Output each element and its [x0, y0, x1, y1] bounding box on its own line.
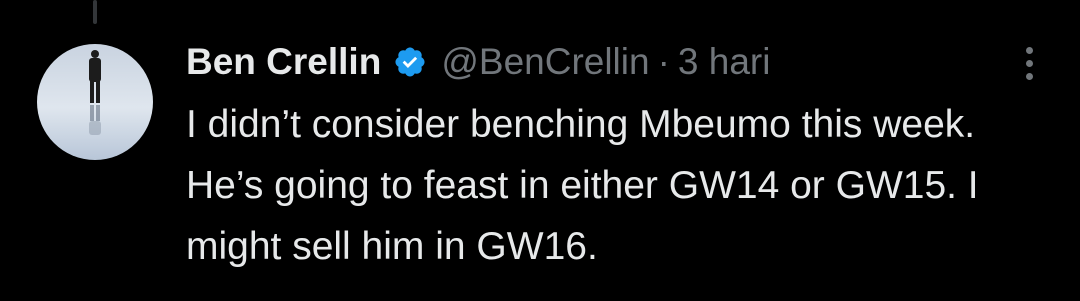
author-display-name[interactable]: Ben Crellin	[186, 36, 381, 88]
header-separator: ·	[657, 41, 670, 82]
more-dot	[1025, 72, 1033, 80]
verified-badge-icon	[393, 45, 427, 79]
tweet[interactable]: Ben Crellin @BenCrellin · 3 hari I didn’…	[186, 36, 1046, 277]
more-dot	[1025, 46, 1033, 54]
avatar[interactable]	[37, 44, 153, 160]
author-handle[interactable]: @BenCrellin	[441, 36, 649, 88]
more-dot	[1025, 59, 1033, 67]
tweet-text: I didn’t consider benching Mbeumo this w…	[186, 103, 979, 268]
tweet-timestamp[interactable]: 3 hari	[678, 36, 771, 88]
more-options-icon[interactable]	[1012, 42, 1046, 84]
avatar-image	[37, 44, 153, 160]
tweet-header: Ben Crellin @BenCrellin · 3 hari	[186, 36, 1046, 88]
thread-connector-line	[93, 0, 97, 24]
